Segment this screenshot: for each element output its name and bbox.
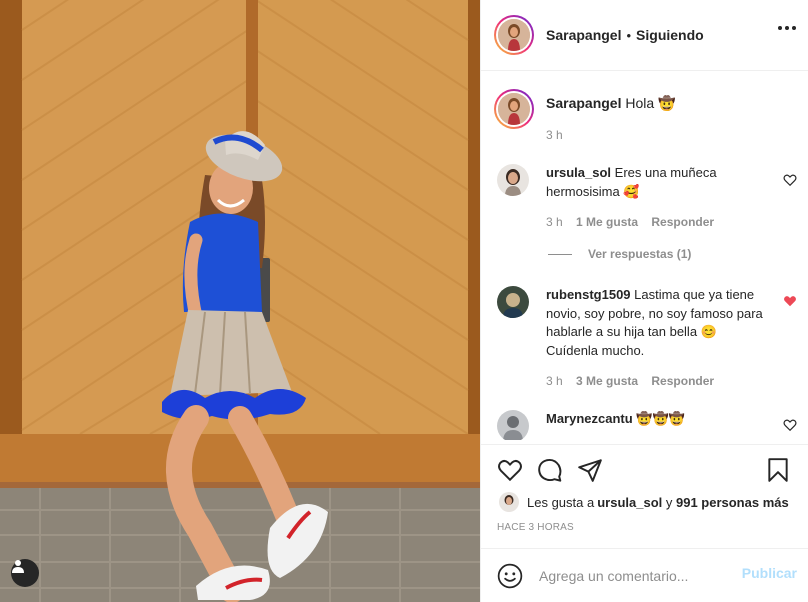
- like-heart-icon[interactable]: [497, 457, 523, 483]
- following-button[interactable]: Siguiendo: [636, 27, 704, 43]
- comment-item: Marynezcantu 🤠🤠🤠: [497, 410, 797, 440]
- post-side-panel: Sarapangel • Siguiendo Sarapangel Hola 🤠…: [480, 0, 808, 602]
- comment-text: 🤠🤠🤠: [636, 411, 685, 426]
- author-avatar[interactable]: [494, 15, 534, 55]
- likes-prefix: Les gusta a: [527, 494, 595, 510]
- comment-username[interactable]: ursula_sol: [546, 165, 611, 180]
- more-options-icon[interactable]: [778, 26, 796, 30]
- commenter-avatar[interactable]: [497, 286, 529, 318]
- post-modal: Sarapangel • Siguiendo Sarapangel Hola 🤠…: [0, 0, 808, 602]
- publish-button[interactable]: Publicar: [742, 565, 797, 581]
- comment-input[interactable]: [539, 567, 734, 584]
- reply-button[interactable]: Responder: [651, 374, 714, 388]
- comments-list[interactable]: Sarapangel Hola 🤠 3 h ursula_sol Eres un…: [481, 72, 808, 440]
- replies-line: [548, 253, 572, 255]
- caption-text: Hola 🤠: [625, 95, 676, 111]
- comment-time: 3 h: [546, 215, 563, 229]
- share-icon[interactable]: [577, 457, 603, 483]
- add-comment-bar: Publicar: [481, 548, 808, 602]
- comment-item: ursula_sol Eres una muñeca hermosisima 🥰…: [497, 164, 797, 232]
- comment-likes[interactable]: 3 Me gusta: [576, 374, 638, 388]
- liker-avatar[interactable]: [499, 492, 519, 512]
- post-timestamp[interactable]: HACE 3 HORAS: [497, 522, 574, 533]
- emoji-icon[interactable]: [497, 563, 523, 589]
- comment-time: 3 h: [546, 374, 563, 388]
- caption-avatar[interactable]: [494, 89, 534, 129]
- comment-item: rubenstg1509 Lastima que ya tiene novio,…: [497, 286, 797, 391]
- comment-icon[interactable]: [537, 457, 563, 483]
- comment-likes[interactable]: 1 Me gusta: [576, 215, 638, 229]
- comment-liked-heart-icon[interactable]: [783, 294, 797, 308]
- likes-count[interactable]: 991 personas más: [676, 495, 789, 510]
- comment-username[interactable]: rubenstg1509: [546, 287, 631, 302]
- likes-middle: y: [662, 494, 676, 510]
- separator-dot: •: [626, 27, 632, 43]
- photo-illustration: [0, 0, 480, 602]
- likes-summary: Les gusta a ursula_sol y 991 personas má…: [499, 492, 789, 512]
- author-username[interactable]: Sarapangel: [546, 27, 621, 43]
- caption-time: 3 h: [546, 128, 563, 142]
- save-bookmark-icon[interactable]: [765, 457, 791, 483]
- liker-username[interactable]: ursula_sol: [597, 495, 662, 510]
- reply-button[interactable]: Responder: [651, 215, 714, 229]
- caption-username[interactable]: Sarapangel: [546, 95, 621, 111]
- comment-like-heart-icon[interactable]: [783, 418, 797, 432]
- post-header: Sarapangel • Siguiendo: [481, 0, 808, 71]
- comment-username[interactable]: Marynezcantu: [546, 411, 633, 426]
- comment-like-heart-icon[interactable]: [783, 173, 797, 187]
- post-actions: Les gusta a ursula_sol y 991 personas má…: [481, 444, 808, 533]
- view-replies-button[interactable]: Ver respuestas (1): [548, 247, 691, 261]
- post-photo[interactable]: [0, 0, 480, 602]
- commenter-avatar[interactable]: [497, 164, 529, 196]
- commenter-avatar[interactable]: [497, 410, 529, 440]
- post-caption: Sarapangel Hola 🤠 3 h: [494, 89, 676, 145]
- tagged-user-icon[interactable]: [11, 559, 39, 587]
